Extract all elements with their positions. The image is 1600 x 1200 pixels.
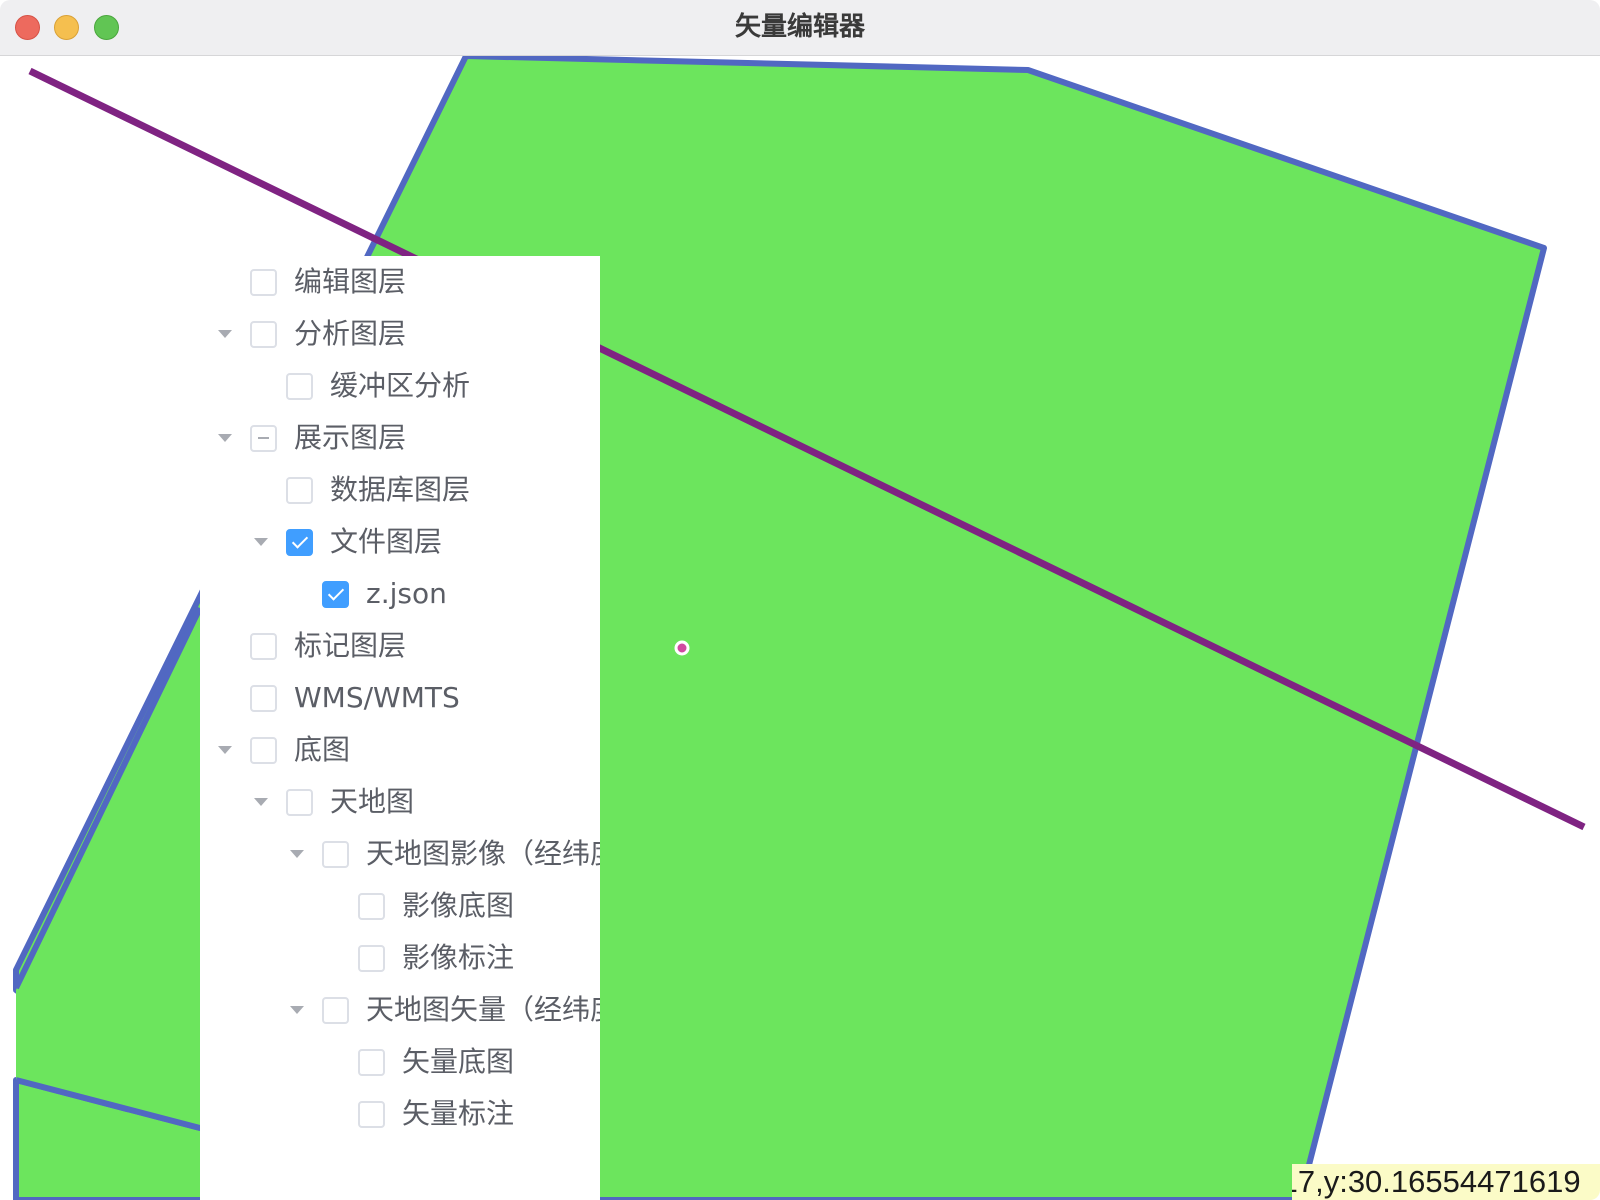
expand-arrow-icon[interactable] — [218, 330, 232, 338]
layer-tree-node[interactable]: 底图 — [200, 730, 600, 770]
layer-tree-node[interactable]: 矢量标注 — [200, 1094, 600, 1134]
layer-tree-node[interactable]: 分析图层 — [200, 314, 600, 354]
layer-tree-node[interactable]: 天地图 — [200, 782, 600, 822]
layer-tree-node[interactable]: 影像底图 — [200, 886, 600, 926]
layer-checkbox[interactable] — [286, 373, 313, 400]
layer-label[interactable]: 影像底图 — [402, 888, 514, 924]
layer-checkbox[interactable] — [250, 269, 277, 296]
layer-label[interactable]: 矢量标注 — [402, 1096, 514, 1132]
layer-label[interactable]: 展示图层 — [294, 420, 406, 456]
layer-tree-node[interactable]: 天地图影像（经纬度 — [200, 834, 600, 874]
layer-tree-node[interactable]: 编辑图层 — [200, 262, 600, 302]
layer-checkbox[interactable] — [250, 685, 277, 712]
expand-arrow-icon[interactable] — [218, 434, 232, 442]
expand-arrow-icon[interactable] — [218, 746, 232, 754]
layer-tree-panel: 编辑图层分析图层缓冲区分析展示图层数据库图层文件图层 z.json 标记图层 WMS/… — [200, 256, 600, 1200]
expand-arrow-icon[interactable] — [254, 538, 268, 546]
layer-label[interactable]: 矢量底图 — [402, 1044, 514, 1080]
layer-label[interactable]: 编辑图层 — [294, 264, 406, 300]
layer-label[interactable]: z.json — [366, 576, 447, 612]
layer-label[interactable]: 底图 — [294, 732, 350, 768]
layer-tree-node[interactable]: 标记图层 — [200, 626, 600, 666]
layer-checkbox[interactable] — [358, 893, 385, 920]
layer-tree-node[interactable]: 数据库图层 — [200, 470, 600, 510]
layer-checkbox[interactable] — [322, 581, 349, 608]
layer-label[interactable]: 数据库图层 — [330, 472, 470, 508]
layer-checkbox[interactable] — [358, 945, 385, 972]
layer-checkbox[interactable] — [286, 477, 313, 504]
layer-checkbox[interactable] — [286, 789, 313, 816]
layer-checkbox[interactable] — [286, 529, 313, 556]
layer-label[interactable]: 影像标注 — [402, 940, 514, 976]
layer-label[interactable]: 天地图影像（经纬度 — [366, 836, 600, 872]
title-bar: 矢量编辑器 — [0, 0, 1600, 56]
layer-checkbox[interactable] — [358, 1049, 385, 1076]
layer-checkbox[interactable] — [358, 1101, 385, 1128]
layer-tree-node[interactable]: 矢量底图 — [200, 1042, 600, 1082]
layer-checkbox[interactable] — [250, 321, 277, 348]
point-feature[interactable] — [674, 640, 690, 656]
layer-label[interactable]: 天地图 — [330, 784, 414, 820]
layer-checkbox[interactable] — [322, 841, 349, 868]
layer-tree-node[interactable]: 展示图层 — [200, 418, 600, 458]
window-title: 矢量编辑器 — [734, 12, 865, 42]
layer-tree-node[interactable]: 影像标注 — [200, 938, 600, 978]
layer-tree-node[interactable]: 文件图层 — [200, 522, 600, 562]
coordinate-readout: :17,y:30.16554471619 — [1292, 1164, 1600, 1200]
layer-checkbox[interactable] — [250, 737, 277, 764]
app-window: 矢量编辑器 编辑图层分析图层缓冲区分析展示图层数据库图层文件图层 z.json 标记… — [0, 0, 1600, 1200]
layer-tree-node[interactable]: WMS/WMTS — [200, 678, 600, 718]
layer-label[interactable]: 天地图矢量（经纬度 — [366, 992, 600, 1028]
polygon-left-fill[interactable] — [16, 608, 200, 1128]
layer-tree-node[interactable]: z.json — [200, 574, 600, 614]
layer-checkbox[interactable] — [322, 997, 349, 1024]
layer-tree-node[interactable]: 天地图矢量（经纬度 — [200, 990, 600, 1030]
layer-checkbox[interactable] — [250, 425, 277, 452]
expand-arrow-icon[interactable] — [290, 850, 304, 858]
layer-label[interactable]: 文件图层 — [330, 524, 442, 560]
expand-arrow-icon[interactable] — [254, 798, 268, 806]
expand-arrow-icon[interactable] — [290, 1006, 304, 1014]
layer-label[interactable]: 分析图层 — [294, 316, 406, 352]
layer-label[interactable]: 标记图层 — [294, 628, 406, 664]
layer-tree-node[interactable]: 缓冲区分析 — [200, 366, 600, 406]
layer-label[interactable]: WMS/WMTS — [294, 680, 460, 716]
layer-checkbox[interactable] — [250, 633, 277, 660]
layer-label[interactable]: 缓冲区分析 — [330, 368, 470, 404]
